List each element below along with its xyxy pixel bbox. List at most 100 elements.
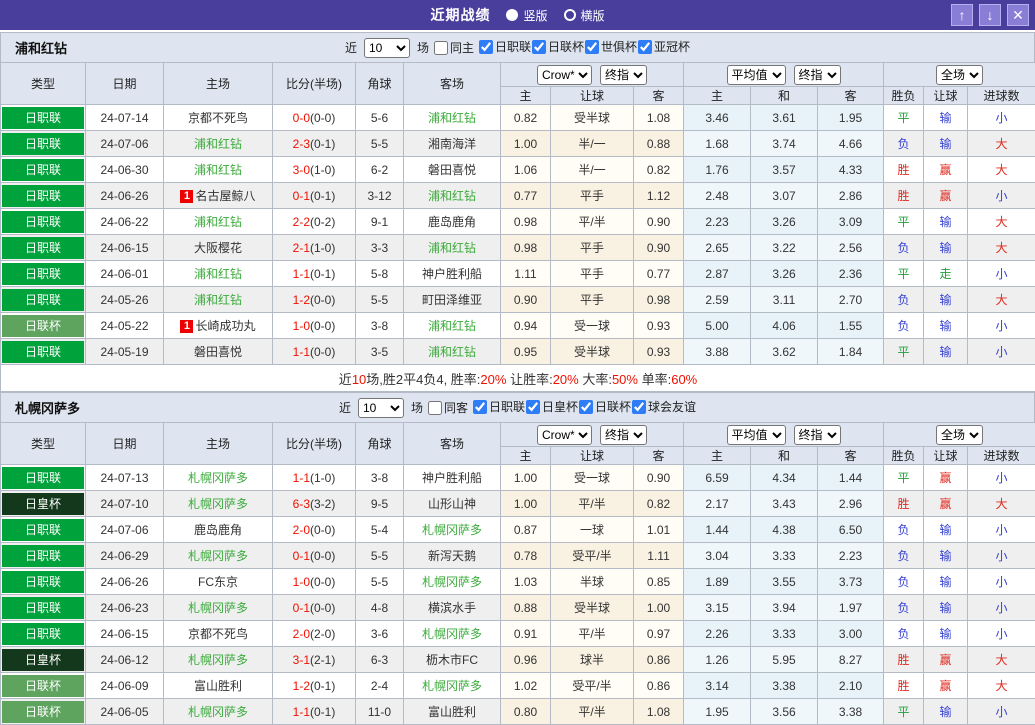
league-checkbox[interactable] (638, 40, 652, 54)
league-checkbox[interactable] (579, 400, 593, 414)
close-button[interactable]: ✕ (1007, 4, 1029, 26)
league-checkbox[interactable] (532, 40, 546, 54)
home-team-name: 浦和红钻 (194, 215, 242, 229)
home-team: 札幌冈萨多 (164, 543, 273, 569)
halftime-score: (1-0) (310, 241, 335, 255)
same-venue-checkbox[interactable] (434, 41, 448, 55)
avg-home: 2.23 (684, 209, 751, 235)
near-label: 近 (345, 39, 357, 56)
col-date: 日期 (86, 63, 164, 105)
odds-away: 1.08 (634, 105, 684, 131)
league-badge: 日职联 (2, 237, 84, 259)
score-cell: 1-2(0-0) (273, 287, 356, 313)
league-checkbox[interactable] (632, 400, 646, 414)
corner-count: 5-6 (356, 105, 404, 131)
same-venue-checkbox[interactable] (428, 401, 442, 415)
league-filter[interactable]: 世俱杯 (584, 38, 637, 55)
same-venue-filter[interactable]: 同主 (433, 39, 474, 56)
home-team-name: 浦和红钻 (194, 267, 242, 281)
league-filter[interactable]: 日职联 (478, 38, 531, 55)
home-team: 浦和红钻 (164, 287, 273, 313)
match-row: 日职联24-07-06鹿岛鹿角2-0(0-0)5-4札幌冈萨多0.87一球1.0… (1, 517, 1035, 543)
odds-time-select[interactable]: 终指 (600, 65, 647, 85)
corner-count: 5-5 (356, 131, 404, 157)
halftime-score: (0-1) (310, 137, 335, 151)
odds-home: 0.77 (501, 183, 551, 209)
league-filter[interactable]: 日职联 (472, 398, 525, 415)
away-team-name: 枥木市FC (426, 653, 478, 667)
col-result-handicap: 让球 (924, 87, 968, 105)
league-badge: 日职联 (2, 159, 84, 181)
average-time-select[interactable]: 终指 (794, 65, 841, 85)
fulltime-select[interactable]: 全场 (936, 65, 983, 85)
fulltime-score: 1-1 (293, 267, 310, 281)
result-handicap-cell: 赢 (924, 673, 968, 699)
average-time-select[interactable]: 终指 (794, 425, 841, 445)
halftime-score: (0-0) (310, 345, 335, 359)
league-filter[interactable]: 日联杯 (531, 38, 584, 55)
team-bar: 札幌冈萨多 近 10 场 同客 日职联日皇杯日联杯球会友谊 (0, 392, 1035, 422)
away-team: 札幌冈萨多 (404, 621, 501, 647)
same-venue-filter[interactable]: 同客 (427, 399, 468, 416)
match-count-select[interactable]: 10 (364, 38, 410, 58)
score-cell: 3-1(2-1) (273, 647, 356, 673)
fulltime-score: 0-0 (293, 111, 310, 125)
result-handicap: 输 (940, 319, 952, 333)
average-select[interactable]: 平均值 (727, 425, 786, 445)
radio-horizontal[interactable]: 横版 (564, 7, 605, 24)
league-checkbox[interactable] (479, 40, 493, 54)
result-outcome-cell: 负 (884, 517, 924, 543)
league-badge: 日职联 (2, 571, 84, 593)
league-label: 日皇杯 (542, 398, 578, 415)
result-handicap: 输 (940, 523, 952, 537)
match-date: 24-06-26 (86, 569, 164, 595)
bookmaker-select[interactable]: Crow* (537, 65, 592, 85)
fulltime-select[interactable]: 全场 (936, 425, 983, 445)
col-result: 胜负 (884, 87, 924, 105)
home-team-name: 磐田喜悦 (194, 345, 242, 359)
league-badge: 日职联 (2, 185, 84, 207)
league-checkbox[interactable] (526, 400, 540, 414)
league-checkbox[interactable] (585, 40, 599, 54)
match-type-cell: 日职联 (1, 517, 86, 543)
radio-unselected-icon[interactable] (564, 9, 576, 21)
away-team-name: 磐田喜悦 (428, 163, 476, 177)
filter-bar: 近 10 场 同主 日职联日联杯世俱杯亚冠杯 (1, 38, 1034, 58)
league-filter[interactable]: 亚冠杯 (637, 38, 690, 55)
league-filter[interactable]: 日联杯 (578, 398, 631, 415)
move-down-button[interactable]: ↓ (979, 4, 1001, 26)
odds-home: 0.87 (501, 517, 551, 543)
result-goals-cell: 小 (968, 543, 1035, 569)
result-handicap-cell: 赢 (924, 647, 968, 673)
result-goals-cell: 小 (968, 595, 1035, 621)
titlebar-buttons: ↑ ↓ ✕ (951, 4, 1029, 26)
league-checkbox[interactable] (473, 400, 487, 414)
col-handicap: 让球 (551, 447, 634, 465)
odds-time-select[interactable]: 终指 (600, 425, 647, 445)
match-row: 日职联24-07-14京都不死鸟0-0(0-0)5-6浦和红钻0.82受半球1.… (1, 105, 1035, 131)
col-odds-home: 主 (501, 447, 551, 465)
result-outcome: 平 (898, 471, 910, 485)
average-select[interactable]: 平均值 (727, 65, 786, 85)
match-row: 日职联24-06-23札幌冈萨多0-1(0-0)4-8横滨水手0.88受半球1.… (1, 595, 1035, 621)
summary-segment: 20% (553, 372, 579, 387)
games-label: 场 (411, 399, 423, 416)
league-badge: 日职联 (2, 467, 84, 489)
avg-away: 2.36 (818, 261, 884, 287)
same-venue-label: 同客 (444, 399, 468, 416)
result-outcome: 负 (898, 549, 910, 563)
league-filter[interactable]: 球会友谊 (631, 398, 696, 415)
corner-count: 5-5 (356, 287, 404, 313)
radio-selected-icon[interactable] (506, 9, 518, 21)
home-team-name: 浦和红钻 (194, 137, 242, 151)
col-score: 比分(半场) (273, 63, 356, 105)
home-team-name: 京都不死鸟 (188, 627, 248, 641)
result-outcome-cell: 胜 (884, 647, 924, 673)
move-up-button[interactable]: ↑ (951, 4, 973, 26)
fulltime-score: 2-2 (293, 215, 310, 229)
radio-vertical[interactable]: 竖版 (506, 7, 547, 24)
bookmaker-select[interactable]: Crow* (537, 425, 592, 445)
match-type-cell: 日职联 (1, 287, 86, 313)
match-count-select[interactable]: 10 (358, 398, 404, 418)
league-filter[interactable]: 日皇杯 (525, 398, 578, 415)
